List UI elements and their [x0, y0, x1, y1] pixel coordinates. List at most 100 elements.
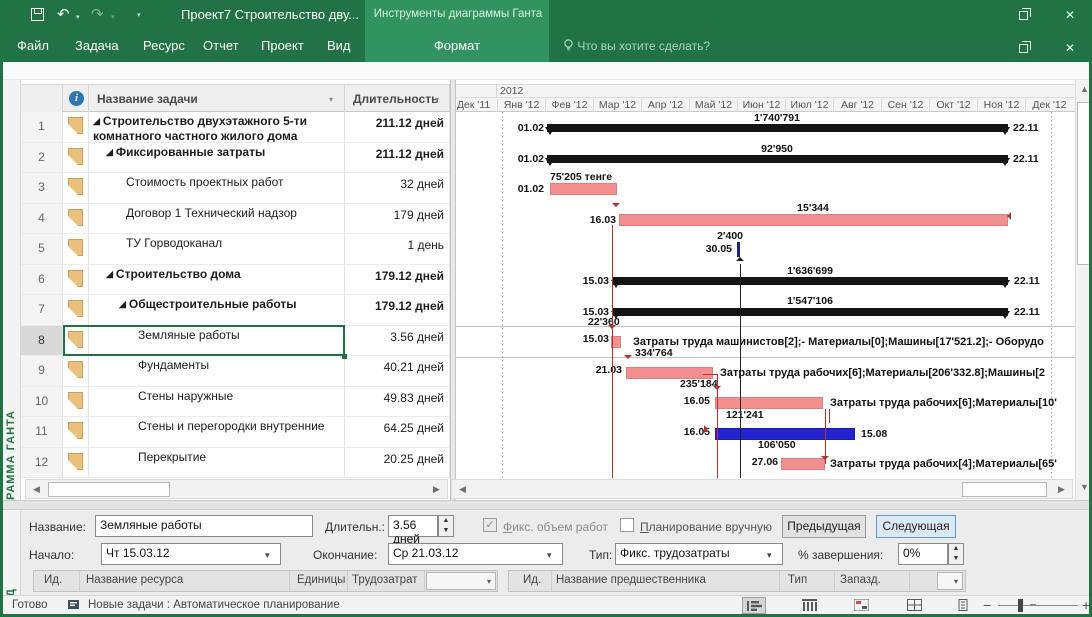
summary-bar[interactable] [547, 124, 1008, 132]
task-bar[interactable] [781, 458, 825, 470]
zoom-out-icon[interactable]: − [983, 597, 991, 613]
month-label[interactable]: Май '12 [689, 99, 737, 113]
notes-cell[interactable] [63, 325, 89, 356]
critical-task-bar[interactable] [715, 427, 855, 440]
undo-dropdown-icon[interactable]: ▾ [76, 13, 80, 21]
summary-bar[interactable] [547, 154, 1008, 163]
gantt-hscrollbar[interactable]: ◀ ▶ [451, 479, 1073, 499]
column-header-task-name[interactable]: Название задачи ▾ [89, 85, 345, 113]
duration-cell[interactable]: 179 дней [345, 203, 450, 234]
filter-dropdown-icon[interactable]: ▾ [435, 95, 439, 104]
month-label[interactable]: Авг '12 [833, 99, 881, 113]
month-label[interactable]: Фев '12 [545, 99, 593, 113]
row-number[interactable]: 4 [21, 203, 63, 234]
view-team-planner-icon[interactable] [849, 597, 873, 614]
tab-задача[interactable]: Задача [75, 38, 119, 53]
save-icon[interactable] [31, 8, 44, 21]
row-number[interactable]: 9 [21, 356, 63, 387]
duration-cell[interactable]: 49.83 дней [345, 386, 450, 417]
resource-column-header[interactable]: Название ресурса [86, 574, 183, 586]
scroll-left-icon[interactable]: ◀ [28, 483, 45, 496]
zoom-slider-track[interactable] [998, 605, 1078, 606]
scroll-down-icon[interactable]: ▼ [1076, 479, 1089, 496]
summary-bar[interactable] [613, 307, 1008, 316]
duration-cell[interactable]: 1 день [345, 234, 450, 265]
redo-icon[interactable]: ↷ [91, 6, 104, 24]
predecessor-column-header[interactable]: Запазд. [840, 574, 881, 586]
task-bar[interactable] [715, 397, 823, 409]
notes-cell[interactable] [63, 295, 89, 326]
duration-cell[interactable]: 179.12 дней [345, 295, 450, 326]
tab-отчет[interactable]: Отчет [203, 38, 239, 53]
notes-cell[interactable] [63, 264, 89, 295]
notes-cell[interactable] [63, 234, 89, 265]
task-name-cell[interactable]: Договор 1 Технический надзор [89, 203, 345, 234]
scroll-left-icon[interactable]: ◀ [454, 483, 471, 496]
notes-cell[interactable] [63, 356, 89, 387]
month-label[interactable]: Янв '12 [497, 99, 545, 113]
next-button[interactable]: Следующая [876, 515, 956, 538]
resource-column-header[interactable]: Ид. [44, 574, 62, 586]
qat-customize-icon[interactable]: ▾ [137, 11, 141, 19]
month-label[interactable]: Дек '12 [1025, 99, 1073, 113]
gantt-chart-area[interactable]: 1'740'791 01.02 22.11 92'950 01.02 22.11 75'20… [456, 112, 1075, 479]
notes-cell[interactable] [63, 447, 89, 478]
table-hscrollbar-thumb[interactable] [48, 482, 170, 497]
summary-bar[interactable] [613, 277, 1008, 285]
gantt-vscrollbar[interactable]: ▲ ▼ [1075, 80, 1089, 500]
new-tasks-icon[interactable] [68, 600, 81, 611]
collapse-icon[interactable]: ◢ [93, 116, 100, 126]
row-number[interactable]: 5 [21, 234, 63, 265]
task-name-cell[interactable]: Фундаменты [89, 356, 345, 387]
redo-dropdown-icon[interactable]: ▾ [111, 13, 115, 21]
notes-cell[interactable] [63, 203, 89, 234]
row-number[interactable]: 12 [21, 447, 63, 478]
collapse-icon[interactable]: ◢ [106, 147, 113, 157]
undo-icon[interactable]: ↶ [57, 6, 70, 24]
start-date-combo[interactable]: Чт 15.03.12 [101, 543, 281, 565]
task-name-cell[interactable]: ТУ Горводоканал [89, 234, 345, 265]
collapse-icon[interactable]: ◢ [106, 269, 113, 279]
month-label[interactable]: Апр '12 [641, 99, 689, 113]
gantt-hscrollbar-thumb[interactable] [962, 482, 1047, 497]
zoom-in-icon[interactable]: + [1082, 597, 1089, 613]
scroll-right-icon[interactable]: ▶ [1053, 483, 1070, 496]
tab-вид[interactable]: Вид [327, 38, 351, 53]
task-name-cell[interactable]: Перекрытие [89, 447, 345, 478]
gantt-vscrollbar-thumb[interactable] [1077, 102, 1089, 265]
percent-complete-input[interactable]: 0% [898, 543, 948, 565]
selection-fill-handle[interactable] [342, 353, 347, 359]
notes-cell[interactable] [63, 173, 89, 204]
month-label[interactable]: Дек '11 [456, 99, 497, 113]
column-header-duration[interactable]: Длительность ▾ [345, 85, 450, 113]
month-label[interactable]: Июл '12 [785, 99, 833, 113]
tell-me-box[interactable]: Что вы хотите сделать? [563, 39, 710, 53]
timescale[interactable]: 2012 Дек '11 Янв '12 Фев '12 Мар '12 Апр '12… [456, 84, 1075, 113]
task-bar[interactable] [550, 183, 617, 195]
notes-cell[interactable] [63, 112, 89, 143]
task-name-cell[interactable]: ◢ Строительство дома [89, 264, 345, 295]
task-bar[interactable] [626, 366, 713, 379]
predecessor-column-header[interactable]: Название предшественника [556, 574, 706, 586]
chevron-down-icon[interactable]: ▾ [547, 550, 552, 561]
view-sheet-icon[interactable] [952, 597, 976, 614]
status-scheduling-mode[interactable]: Новые задачи : Автоматическое планирован… [88, 599, 340, 611]
resource-column-header[interactable]: Трудозатрат [352, 574, 417, 586]
duration-cell[interactable]: 179.12 дней [345, 264, 450, 295]
resource-header-scroll[interactable]: ▾ [426, 572, 496, 590]
effort-driven-checkbox[interactable]: ✓ [483, 518, 497, 532]
task-type-combo[interactable]: Фикс. трудозатраты [615, 543, 783, 565]
duration-cell[interactable]: 20.25 дней [345, 447, 450, 478]
row-number[interactable]: 8 [21, 325, 63, 356]
close-ribbon-icon[interactable]: ✕ [1055, 37, 1085, 59]
task-name-cell[interactable]: Стены и перегородки внутренние [89, 417, 345, 448]
row-number[interactable]: 1 [21, 112, 63, 143]
row-number[interactable]: 2 [21, 142, 63, 173]
zoom-slider-thumb[interactable] [1018, 599, 1023, 612]
row-number[interactable]: 10 [21, 386, 63, 417]
task-name-cell[interactable]: Стоимость проектных работ [89, 173, 345, 204]
row-number-header[interactable] [21, 85, 63, 113]
task-name-cell[interactable]: Земляные работы [89, 325, 345, 356]
month-label[interactable]: Июн '12 [737, 99, 785, 113]
close-window-icon[interactable]: ✕ [1055, 4, 1085, 26]
